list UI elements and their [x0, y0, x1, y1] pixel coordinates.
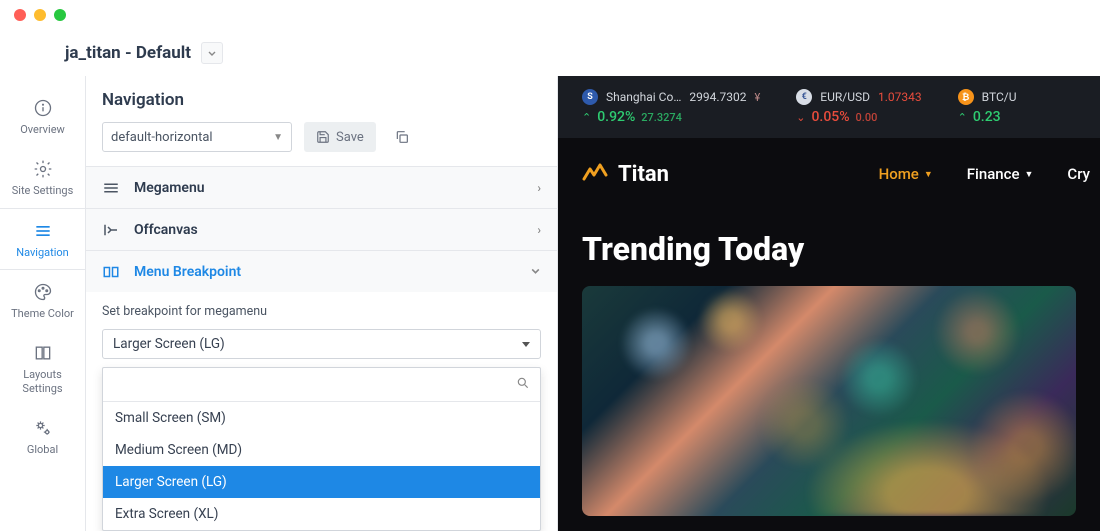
ticker-name: Shanghai Co… — [606, 90, 681, 104]
site-nav: Titan Home ▼ Finance ▼ Cry — [558, 138, 1100, 210]
accordion-menu-breakpoint[interactable]: Menu Breakpoint — [86, 250, 557, 292]
nav-label: Finance — [967, 165, 1020, 183]
ticker-currency: ¥ — [754, 91, 760, 104]
caret-down-icon: ▼ — [924, 169, 933, 180]
search-icon — [516, 375, 530, 394]
ticker-name: BTC/U — [982, 90, 1017, 104]
dropdown-option-md[interactable]: Medium Screen (MD) — [103, 434, 540, 466]
chevron-right-icon: › — [537, 223, 541, 237]
preview-pane: S Shanghai Co… 2994.7302 ¥ ⌃ 0.92% 27.32… — [558, 76, 1100, 531]
breakpoint-description: Set breakpoint for megamenu — [86, 292, 557, 329]
logo-icon — [582, 161, 608, 187]
megamenu-icon — [102, 179, 120, 197]
settings-panel: Navigation default-horizontal ▼ Save Meg… — [86, 76, 558, 531]
ticker-sub: 27.3274 — [641, 111, 682, 124]
dropdown-option-sm[interactable]: Small Screen (SM) — [103, 402, 540, 434]
dropdown-search-input[interactable] — [113, 377, 506, 392]
caret-down-icon: ▼ — [1025, 169, 1034, 180]
gears-icon — [33, 418, 53, 438]
copy-button[interactable] — [388, 123, 416, 151]
breakpoint-select[interactable]: Larger Screen (LG) — [102, 329, 541, 359]
nav-label: Cry — [1067, 165, 1090, 183]
menu-icon — [33, 221, 53, 241]
sidebar-item-site-settings[interactable]: Site Settings — [0, 147, 85, 208]
nav-label: Home — [879, 165, 919, 183]
accordion-megamenu[interactable]: Megamenu › — [86, 166, 557, 208]
save-button[interactable]: Save — [304, 122, 376, 152]
dropdown-option-xl[interactable]: Extra Screen (XL) — [103, 498, 540, 530]
info-icon — [33, 98, 53, 118]
up-arrow-icon: ⌃ — [958, 111, 967, 124]
accordion-label: Megamenu — [134, 180, 205, 196]
palette-icon — [33, 282, 53, 302]
close-window-button[interactable] — [14, 9, 26, 21]
hero-title: Trending Today — [558, 210, 1100, 286]
traffic-lights — [14, 9, 66, 21]
chevron-right-icon: › — [537, 181, 541, 195]
ticker-item[interactable]: ₿ BTC/U ⌃ 0.23 — [958, 89, 1017, 125]
select-value: Larger Screen (LG) — [113, 336, 225, 352]
save-label: Save — [336, 130, 364, 145]
maximize-window-button[interactable] — [54, 9, 66, 21]
breakpoint-icon — [102, 263, 120, 281]
sidebar-item-label: Layouts Settings — [4, 368, 81, 396]
ticker-pct: 0.05% — [811, 109, 849, 125]
save-icon — [316, 130, 330, 144]
accordion-offcanvas[interactable]: Offcanvas › — [86, 208, 557, 250]
ticker-pct: 0.23 — [973, 109, 1001, 125]
gear-icon — [33, 159, 53, 179]
logo-text: Titan — [618, 162, 669, 187]
window-titlebar — [0, 0, 1100, 30]
sidebar-item-global[interactable]: Global — [0, 406, 85, 467]
app-header: ja_titan - Default — [0, 30, 1100, 76]
sidebar-item-overview[interactable]: Overview — [0, 86, 85, 147]
chevron-down-icon: ▼ — [273, 132, 283, 143]
dropdown-option-lg[interactable]: Larger Screen (LG) — [103, 466, 540, 498]
down-arrow-icon: ⌄ — [796, 111, 805, 124]
layout-icon — [33, 343, 53, 363]
accordion-label: Offcanvas — [134, 222, 198, 238]
site-logo[interactable]: Titan — [582, 161, 669, 187]
sidebar-item-label: Theme Color — [11, 307, 74, 321]
ticker-symbol-icon: ₿ — [958, 89, 974, 105]
navigation-type-select[interactable]: default-horizontal ▼ — [102, 122, 292, 152]
dropdown-search — [103, 368, 540, 402]
nav-item-finance[interactable]: Finance ▼ — [967, 165, 1034, 183]
up-arrow-icon: ⌃ — [582, 111, 591, 124]
sidebar-item-navigation[interactable]: Navigation — [0, 208, 85, 271]
sidebar-item-label: Navigation — [16, 246, 69, 260]
panel-title: Navigation — [86, 76, 557, 122]
dropdown-triangle-icon — [522, 342, 530, 347]
template-switcher-button[interactable] — [201, 42, 223, 64]
ticker-symbol-icon: € — [796, 89, 812, 105]
ticker-sub: 0.00 — [856, 111, 878, 124]
ticker-item[interactable]: S Shanghai Co… 2994.7302 ¥ ⌃ 0.92% 27.32… — [582, 89, 760, 125]
sidebar-item-layouts-settings[interactable]: Layouts Settings — [0, 331, 85, 406]
ticker-pct: 0.92% — [597, 109, 635, 125]
copy-icon — [394, 129, 410, 145]
left-sidebar: Overview Site Settings Navigation Theme … — [0, 76, 86, 531]
sidebar-item-label: Overview — [20, 123, 65, 137]
ticker-bar: S Shanghai Co… 2994.7302 ¥ ⌃ 0.92% 27.32… — [558, 76, 1100, 138]
hero-image[interactable] — [582, 286, 1076, 516]
ticker-name: EUR/USD — [820, 90, 870, 104]
ticker-value: 1.07343 — [878, 90, 922, 104]
sidebar-item-label: Global — [27, 443, 58, 457]
breakpoint-dropdown: Small Screen (SM) Medium Screen (MD) Lar… — [102, 367, 541, 531]
sidebar-item-theme-color[interactable]: Theme Color — [0, 270, 85, 331]
ticker-item[interactable]: € EUR/USD 1.07343 ⌄ 0.05% 0.00 — [796, 89, 921, 125]
ticker-symbol-icon: S — [582, 89, 598, 105]
ticker-value: 2994.7302 — [689, 90, 746, 104]
nav-item-crypto[interactable]: Cry — [1067, 165, 1090, 183]
sidebar-item-label: Site Settings — [12, 184, 74, 198]
offcanvas-icon — [102, 221, 120, 239]
select-value: default-horizontal — [111, 130, 213, 145]
accordion-label: Menu Breakpoint — [134, 264, 241, 280]
nav-item-home[interactable]: Home ▼ — [879, 165, 933, 183]
minimize-window-button[interactable] — [34, 9, 46, 21]
template-title: ja_titan - Default — [65, 43, 191, 63]
chevron-down-icon — [530, 265, 541, 279]
